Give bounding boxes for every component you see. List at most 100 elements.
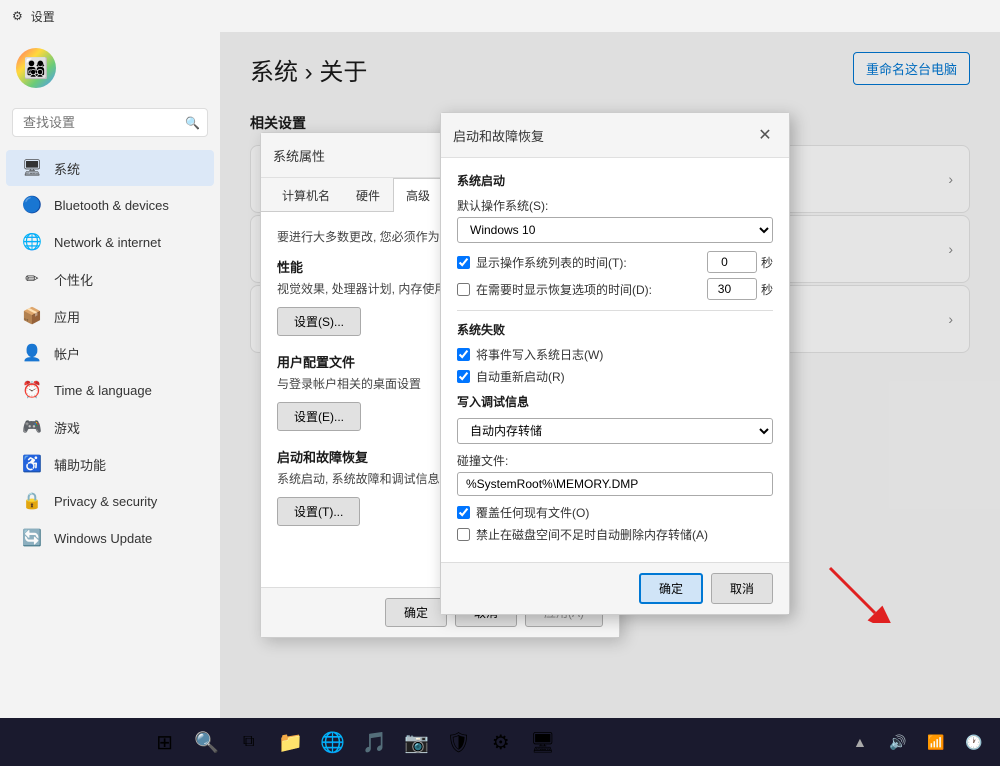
show-list-time-input[interactable] [707, 251, 757, 273]
taskbar-task-view-button[interactable]: ⧉ [231, 724, 267, 760]
sysprop-tab-hardware[interactable]: 硬件 [343, 178, 393, 212]
sidebar-icon-apps: 📦 [22, 306, 42, 326]
sidebar-label-time: Time & language [54, 383, 152, 398]
taskbar-settings-button[interactable]: ⚙ [483, 724, 519, 760]
startup-ok-button[interactable]: 确定 [639, 573, 703, 604]
show-list-row: 显示操作系统列表的时间(T): 秒 [457, 251, 773, 273]
dump-file-label: 碰撞文件: [457, 452, 773, 469]
sidebar-label-windows_update: Windows Update [54, 531, 152, 546]
write-event-log-row: 将事件写入系统日志(W) [457, 346, 773, 363]
taskbar-volume-icon[interactable]: 🔊 [880, 724, 916, 760]
search-input[interactable] [12, 108, 208, 137]
startup-dialog-footer: 确定 取消 [441, 562, 789, 614]
taskbar-edge-button[interactable]: 🌐 [315, 724, 351, 760]
sidebar-label-accessibility: 辅助功能 [54, 455, 106, 474]
sidebar-item-time[interactable]: ⏰ Time & language [6, 372, 214, 408]
app-icon: ⚙ [12, 9, 23, 23]
sidebar-label-accounts: 帐户 [54, 344, 80, 363]
sidebar-item-network[interactable]: 🌐 Network & internet [6, 224, 214, 260]
show-recovery-time-input[interactable] [707, 278, 757, 300]
sysprop-tab-computer-name[interactable]: 计算机名 [269, 178, 343, 212]
sidebar-icon-time: ⏰ [22, 380, 42, 400]
dump-file-group: 碰撞文件: [457, 452, 773, 496]
sidebar-icon-accessibility: ♿ [22, 454, 42, 474]
sidebar-icon-gaming: 🎮 [22, 417, 42, 437]
show-list-label: 显示操作系统列表的时间(T): [476, 254, 627, 271]
startup-dialog-body: 系统启动 默认操作系统(S): Windows 10 显示操作系统列表的时间(T… [441, 158, 789, 562]
disable-low-space-row: 禁止在磁盘空间不足时自动删除内存转储(A) [457, 526, 773, 543]
sysprop-ok-button[interactable]: 确定 [385, 598, 447, 627]
search-icon: 🔍 [185, 116, 200, 130]
sidebar-label-network: Network & internet [54, 235, 161, 250]
sidebar-item-privacy[interactable]: 🔒 Privacy & security [6, 483, 214, 519]
taskbar-camera-button[interactable]: 📷 [399, 724, 435, 760]
sidebar-item-accessibility[interactable]: ♿ 辅助功能 [6, 446, 214, 482]
taskbar-right-icons: ▲ 🔊 📶 🕐 [842, 724, 992, 760]
startup-cancel-button[interactable]: 取消 [711, 573, 773, 604]
sidebar-item-windows_update[interactable]: 🔄 Windows Update [6, 520, 214, 556]
overwrite-checkbox[interactable] [457, 506, 470, 519]
sysprop-dialog-title: 系统属性 [273, 146, 325, 165]
startup-dialog-title: 启动和故障恢复 [453, 126, 544, 145]
write-event-log-label: 将事件写入系统日志(W) [476, 346, 603, 363]
taskbar-windows-button[interactable]: ⊞ [147, 724, 183, 760]
startup-recovery-settings-button[interactable]: 设置(T)... [277, 497, 360, 526]
disable-low-space-checkbox[interactable] [457, 528, 470, 541]
sidebar-item-bluetooth[interactable]: 🔵 Bluetooth & devices [6, 187, 214, 223]
startup-dialog-close-button[interactable]: ✕ [753, 123, 777, 147]
taskbar-spotify-button[interactable]: 🎵 [357, 724, 393, 760]
taskbar-monitor-button[interactable]: 🖥 [525, 724, 561, 760]
user-avatar-area: 👨‍👩‍👧‍👦 [0, 40, 220, 104]
sidebar-icon-personalization: ✏ [22, 269, 42, 289]
taskbar-time-display[interactable]: 🕐 [956, 724, 992, 760]
auto-restart-checkbox[interactable] [457, 370, 470, 383]
startup-recovery-dialog: 启动和故障恢复 ✕ 系统启动 默认操作系统(S): Windows 10 显示操… [440, 112, 790, 615]
debug-info-header: 写入调试信息 [457, 393, 773, 410]
show-recovery-time-unit: 秒 [761, 281, 773, 298]
avatar: 👨‍👩‍👧‍👦 [16, 48, 56, 88]
auto-restart-row: 自动重新启动(R) [457, 368, 773, 385]
sidebar-item-system[interactable]: 🖥 系统 [6, 150, 214, 186]
sidebar-item-apps[interactable]: 📦 应用 [6, 298, 214, 334]
taskbar-explorer-button[interactable]: 📁 [273, 724, 309, 760]
sysprop-tab-advanced[interactable]: 高级 [393, 178, 443, 212]
sidebar-icon-privacy: 🔒 [22, 491, 42, 511]
show-recovery-checkbox[interactable] [457, 283, 470, 296]
content-area: 系统 › 关于 重命名这台电脑 相关设置 🔑 产品密钥和激活 更改产品密钥或升级… [220, 32, 1000, 718]
sidebar-icon-system: 🖥 [22, 158, 42, 178]
sidebar-label-apps: 应用 [54, 307, 80, 326]
sidebar: 👨‍👩‍👧‍👦 🔍 🖥 系统 🔵 Bluetooth & devices 🌐 N… [0, 32, 220, 718]
sidebar-label-system: 系统 [54, 159, 80, 178]
sidebar-item-personalization[interactable]: ✏ 个性化 [6, 261, 214, 297]
dump-file-input[interactable] [457, 472, 773, 496]
sidebar-item-gaming[interactable]: 🎮 游戏 [6, 409, 214, 445]
default-os-group: 默认操作系统(S): Windows 10 [457, 197, 773, 243]
show-list-checkbox[interactable] [457, 256, 470, 269]
default-os-select[interactable]: Windows 10 [457, 217, 773, 243]
write-event-log-checkbox[interactable] [457, 348, 470, 361]
sidebar-icon-network: 🌐 [22, 232, 42, 252]
disable-low-space-label: 禁止在磁盘空间不足时自动删除内存转储(A) [476, 526, 708, 543]
debug-info-select[interactable]: 自动内存转储 [457, 418, 773, 444]
taskbar-wifi-icon[interactable]: 📶 [918, 724, 954, 760]
titlebar: ⚙ 设置 [0, 0, 1000, 32]
taskbar-system-tray[interactable]: ▲ [842, 724, 878, 760]
system-startup-header: 系统启动 [457, 172, 773, 189]
sidebar-item-accounts[interactable]: 👤 帐户 [6, 335, 214, 371]
taskbar: ⊞ 🔍 ⧉ 📁 🌐 🎵 📷 🛡 ⚙ 🖥 ▲ 🔊 📶 🕐 [0, 718, 1000, 766]
sidebar-icon-bluetooth: 🔵 [22, 195, 42, 215]
user-profiles-settings-button[interactable]: 设置(E)... [277, 402, 361, 431]
show-recovery-label: 在需要时显示恢复选项的时间(D): [476, 281, 652, 298]
section-divider-1 [457, 310, 773, 311]
sidebar-icon-windows_update: 🔄 [22, 528, 42, 548]
taskbar-security-button[interactable]: 🛡 [441, 724, 477, 760]
show-recovery-row: 在需要时显示恢复选项的时间(D): 秒 [457, 278, 773, 300]
startup-dialog-titlebar: 启动和故障恢复 ✕ [441, 113, 789, 158]
taskbar-search-button[interactable]: 🔍 [189, 724, 225, 760]
performance-settings-button[interactable]: 设置(S)... [277, 307, 361, 336]
overwrite-row: 覆盖任何现有文件(O) [457, 504, 773, 521]
system-failure-header: 系统失败 [457, 321, 773, 338]
app-title: 设置 [31, 8, 55, 25]
sidebar-label-privacy: Privacy & security [54, 494, 157, 509]
taskbar-center: ⊞ 🔍 ⧉ 📁 🌐 🎵 📷 🛡 ⚙ 🖥 [147, 724, 561, 760]
